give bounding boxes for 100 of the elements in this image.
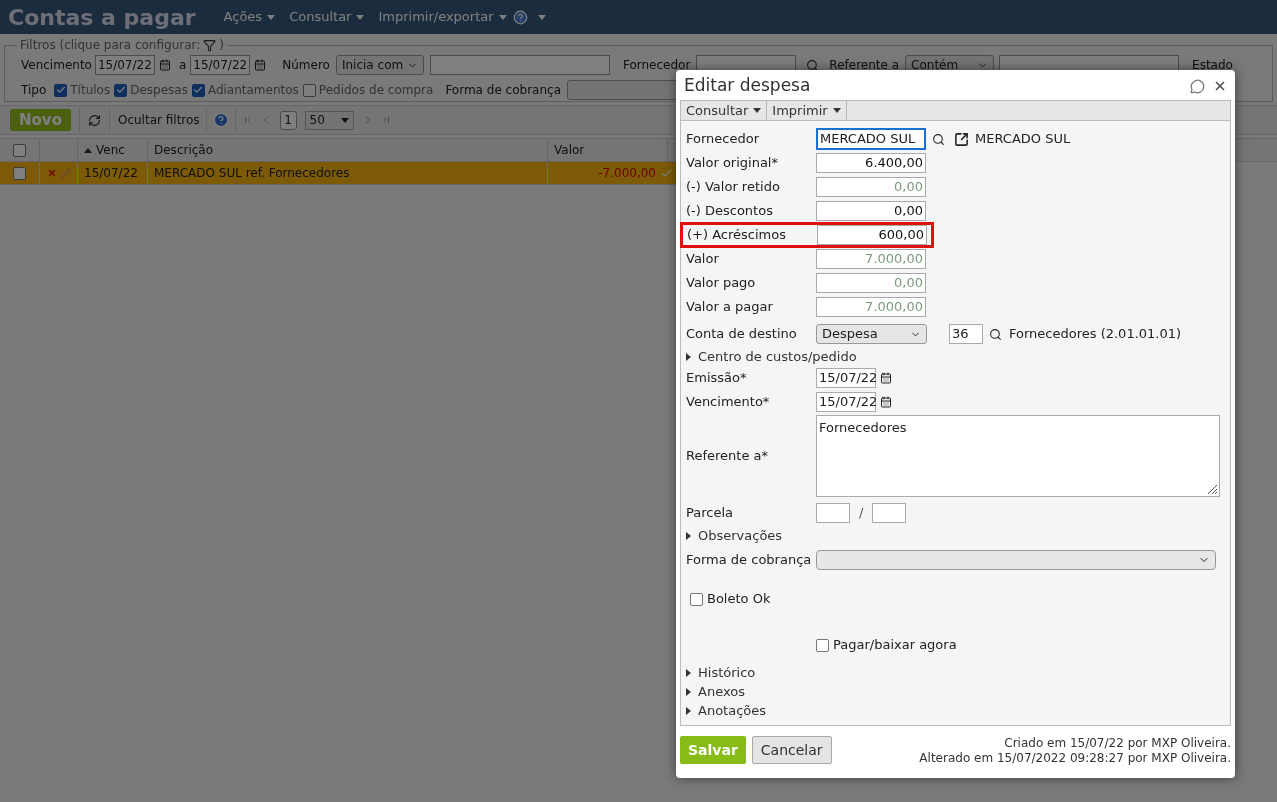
field-label: Forma de cobrança <box>686 551 813 570</box>
checkbox-label[interactable]: Pagar/baixar agora <box>833 635 957 655</box>
menu-button[interactable]: Consultar <box>289 7 365 27</box>
field-label: Valor original* <box>686 154 779 173</box>
close-icon[interactable] <box>1213 79 1227 93</box>
field-label: (-) Valor retido <box>686 178 781 197</box>
checkbox[interactable] <box>13 166 26 180</box>
caret-icon <box>753 108 762 113</box>
date-field[interactable]: 15/07/22 <box>190 55 251 75</box>
checkbox[interactable] <box>690 592 703 606</box>
text-field[interactable] <box>429 55 610 75</box>
comment-icon[interactable] <box>1190 78 1205 94</box>
created-info: Criado em 15/07/22 por MXP Oliveira. <box>1004 736 1231 751</box>
modified-info: Alterado em 15/07/2022 09:28:27 por MXP Oliveira. <box>919 751 1231 766</box>
column-header[interactable]: Valor <box>548 139 668 161</box>
date-field[interactable]: 15/07/22 <box>816 368 876 388</box>
amount-field[interactable]: 0,00 <box>816 201 926 221</box>
search-icon[interactable] <box>989 327 1002 341</box>
payment-method-select[interactable] <box>816 550 1216 570</box>
supplier-field[interactable]: MERCADO SUL <box>816 128 926 150</box>
field-label: (-) Descontos <box>686 202 774 221</box>
supplier-link[interactable]: MERCADO SUL <box>975 129 1071 149</box>
checkbox-label[interactable]: Adiantamentos <box>207 81 299 99</box>
field-label: Emissão* <box>686 369 748 388</box>
date-field[interactable]: 15/07/22 <box>94 55 155 75</box>
table-cell: MERCADO SUL ref. Fornecedores <box>148 162 548 184</box>
amount-field[interactable]: 7.000,00 <box>816 297 926 317</box>
caret-icon <box>356 14 365 20</box>
section-toggle[interactable]: Anexos <box>698 681 745 702</box>
hide-filters-button[interactable]: Ocultar filtros <box>117 111 200 129</box>
description-textarea[interactable]: Fornecedores <box>816 415 1220 497</box>
checkbox[interactable] <box>114 83 128 97</box>
page-field[interactable]: 1 <box>279 110 297 130</box>
table-cell: 15/07/22 <box>78 162 148 184</box>
checkbox-label[interactable]: Pedidos de compra <box>318 81 434 99</box>
checkbox[interactable] <box>13 143 26 157</box>
amount-field[interactable]: 600,00 <box>817 225 927 245</box>
amount-field[interactable]: 7.000,00 <box>816 249 926 269</box>
sort-ascending-icon <box>84 147 92 153</box>
resize-handle-icon <box>1207 484 1218 495</box>
help-icon[interactable] <box>212 112 229 128</box>
filter-icon[interactable] <box>203 38 217 52</box>
column-header[interactable]: Venc <box>78 139 148 161</box>
expand-arrow-icon[interactable] <box>686 687 692 696</box>
section-toggle[interactable]: Centro de custos/pedido <box>698 346 857 367</box>
help-icon[interactable] <box>512 9 528 25</box>
checkbox-label[interactable]: Boleto Ok <box>707 589 771 609</box>
installment-separator: / <box>859 504 864 523</box>
menu-button[interactable]: Imprimir <box>767 101 847 120</box>
caret-icon <box>340 117 349 123</box>
account-code-field[interactable]: 36 <box>949 324 983 344</box>
field-label: Número <box>282 57 330 74</box>
checkbox[interactable] <box>816 638 829 652</box>
field-label: Referente a* <box>686 447 769 466</box>
filters-legend[interactable]: Filtros (clique para configurar: <box>20 36 201 54</box>
legend-paren: ) <box>219 37 224 54</box>
section-toggle[interactable]: Observações <box>698 525 783 546</box>
field-label: Valor <box>686 250 720 269</box>
field-label: Fornecedor <box>686 130 761 149</box>
expand-arrow-icon[interactable] <box>686 668 692 677</box>
amount-field[interactable]: 0,00 <box>816 273 926 293</box>
menu-button[interactable]: Ações <box>223 7 276 27</box>
open-link-icon[interactable] <box>954 131 969 147</box>
dialog-title: Editar despesa <box>684 74 811 98</box>
date-field[interactable]: 15/07/22 <box>816 392 876 412</box>
expand-arrow-icon[interactable] <box>686 352 692 361</box>
installment-field[interactable] <box>816 503 850 523</box>
expand-arrow-icon[interactable] <box>686 531 692 540</box>
field-label: (+) Acréscimos <box>687 226 787 245</box>
checkbox[interactable] <box>302 83 316 97</box>
section-toggle[interactable]: Anotações <box>698 700 767 721</box>
refresh-icon[interactable] <box>87 113 101 127</box>
field-label: Vencimento <box>21 57 92 74</box>
field-label: Valor a pagar <box>686 298 774 317</box>
amount-field[interactable]: 6.400,00 <box>816 153 926 173</box>
amount-field[interactable]: 0,00 <box>816 177 926 197</box>
range-separator: a <box>178 57 187 74</box>
caret-icon <box>537 14 546 20</box>
checkbox[interactable] <box>54 83 68 97</box>
cancel-button[interactable]: Cancelar <box>751 736 832 764</box>
section-toggle[interactable]: Histórico <box>698 662 756 683</box>
page-size-select[interactable]: 50 <box>304 110 354 130</box>
calendar-icon[interactable] <box>880 396 892 408</box>
field-label: Referente a <box>829 57 900 74</box>
field-label: Conta de destino <box>686 325 798 344</box>
field-label: Parcela <box>686 504 734 523</box>
menu-button[interactable]: Consultar <box>681 101 768 120</box>
search-icon[interactable] <box>932 132 945 146</box>
expand-arrow-icon[interactable] <box>686 706 692 715</box>
account-type-select[interactable]: Despesa <box>816 324 927 344</box>
select-field[interactable]: Inicia com <box>335 55 424 75</box>
checkbox-label[interactable]: Títulos <box>70 81 111 99</box>
installment-total-field[interactable] <box>872 503 907 523</box>
checkbox[interactable] <box>191 83 205 97</box>
calendar-icon[interactable] <box>880 372 892 384</box>
menu-button[interactable]: Imprimir/exportar <box>378 7 507 27</box>
field-label: Fornecedor <box>622 57 691 74</box>
search-icon[interactable] <box>806 58 820 72</box>
column-header[interactable]: Descrição <box>148 139 548 161</box>
checkbox-label[interactable]: Despesas <box>130 81 188 99</box>
